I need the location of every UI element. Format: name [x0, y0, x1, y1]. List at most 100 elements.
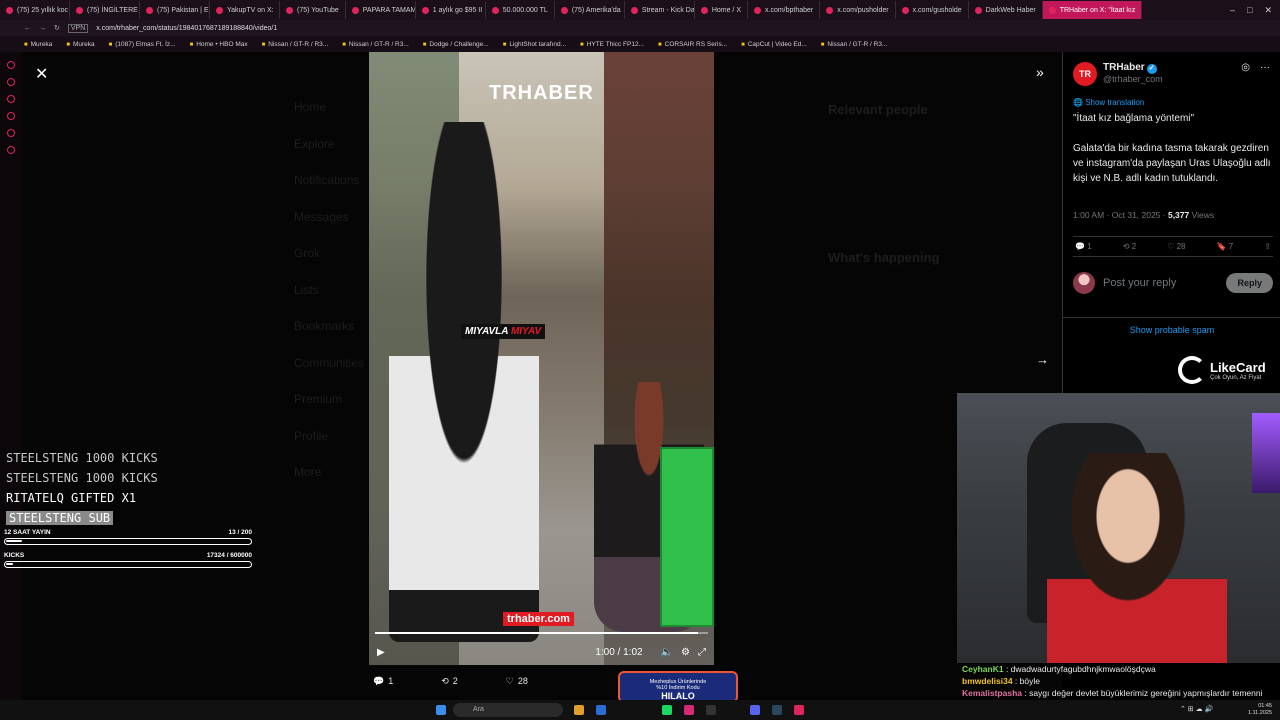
browser-tab[interactable]: x.com/pusholder — [820, 1, 896, 19]
steam-icon[interactable] — [772, 705, 782, 715]
fullscreen-icon[interactable]: ⤢ — [698, 647, 706, 658]
browser-tab[interactable]: x.com/gusholde — [896, 1, 969, 19]
browser-tab[interactable]: Home / X — [695, 1, 748, 19]
nav-item[interactable]: More — [294, 465, 321, 479]
next-media-icon[interactable]: → — [1036, 352, 1049, 367]
sidebar-app-icon[interactable] — [7, 61, 15, 69]
sidebar-app-icon[interactable] — [7, 146, 15, 154]
close-icon[interactable]: ✕ — [35, 64, 48, 84]
browser-icon[interactable] — [794, 705, 804, 715]
bookmark-stat[interactable]: 🔖 7 — [1217, 242, 1234, 251]
back-icon[interactable]: ← — [24, 25, 31, 32]
repost-action[interactable]: ⟲ 2 — [441, 676, 458, 687]
bookmark-item[interactable]: Mureka — [24, 41, 53, 48]
nav-item[interactable]: Communities — [294, 356, 364, 370]
browser-tab[interactable]: (75) YouTube — [280, 1, 346, 19]
video-progress-bar[interactable] — [375, 632, 708, 634]
nav-item[interactable]: Grok — [294, 246, 320, 260]
show-translation-link[interactable]: 🌐 Show translation — [1073, 98, 1144, 107]
reply-button[interactable]: Reply — [1226, 273, 1273, 293]
chat-username[interactable]: bmwdelisi34 — [962, 676, 1013, 686]
share-icon[interactable]: ⇪ — [1264, 242, 1271, 251]
sidebar-app-icon[interactable] — [7, 95, 15, 103]
repost-stat[interactable]: ⟲ 2 — [1123, 242, 1136, 251]
browser-tab[interactable]: Stream - Kick Da — [625, 1, 695, 19]
avatar[interactable]: TR — [1073, 62, 1097, 86]
bookmark-item[interactable]: HYTE Thicc FP12... — [580, 41, 644, 48]
sidebar-app-icon[interactable] — [7, 112, 15, 120]
bookmark-item[interactable]: CapCut | Video Ed... — [741, 41, 807, 48]
browser-tab[interactable]: (75) İNGİLTERE — [70, 1, 140, 19]
grok-icon[interactable]: ◎ — [1241, 62, 1250, 73]
chat-username[interactable]: CeyhanK1 — [962, 664, 1004, 674]
forward-icon[interactable]: → — [39, 25, 46, 32]
tweet-timestamp[interactable]: 1:00 AM · Oct 31, 2025 · — [1073, 210, 1168, 220]
volume-icon[interactable]: 🔈 — [661, 647, 673, 658]
author-handle[interactable]: @trhaber_com — [1103, 74, 1163, 84]
more-icon[interactable]: ··· — [1260, 62, 1270, 73]
vpn-badge[interactable]: VPN — [67, 23, 89, 33]
nav-item[interactable]: Lists — [294, 283, 319, 297]
show-probable-spam[interactable]: Show probable spam — [1063, 317, 1280, 335]
sidebar-app-icon[interactable] — [7, 78, 15, 86]
start-icon[interactable] — [436, 705, 446, 715]
reload-icon[interactable]: ↻ — [54, 24, 60, 32]
tiktok-icon[interactable] — [706, 705, 716, 715]
instagram-icon[interactable] — [684, 705, 694, 715]
play-icon[interactable]: ▶ — [377, 647, 385, 658]
reply-action[interactable]: 💬 1 — [373, 676, 393, 687]
goal-bar — [4, 561, 252, 568]
taskbar-clock[interactable]: 01:45 1.11.2025 — [1248, 703, 1272, 717]
browser-tab[interactable]: PAPARA TAMAM — [346, 1, 416, 19]
nav-item[interactable]: Bookmarks — [294, 319, 354, 333]
nav-item[interactable]: Premium — [294, 392, 342, 406]
browser-tab[interactable]: TRHaber on X: "İtaat kız — [1042, 1, 1143, 19]
bookmark-item[interactable]: Nissan / GT-R / R3... — [262, 41, 328, 48]
bookmark-item[interactable]: Nissan / GT-R / R3... — [821, 41, 887, 48]
goal-value: 13 / 200 — [228, 529, 253, 536]
browser-tab[interactable]: 50.000.000 TL — [486, 1, 555, 19]
bookmark-item[interactable]: LightShot tarafınd... — [503, 41, 566, 48]
bookmark-item[interactable]: Mureka — [66, 41, 95, 48]
edge-icon[interactable] — [596, 705, 606, 715]
browser-tab[interactable]: (75) Amerika'da — [555, 1, 625, 19]
video-player[interactable]: TRHABER MIYAVLA MIYAV trhaber.com ▶ 1:00… — [369, 52, 714, 665]
file-explorer-icon[interactable] — [574, 705, 584, 715]
settings-icon[interactable]: ⚙ — [681, 647, 690, 658]
bookmark-item[interactable]: Nissan / GT-R / R3... — [342, 41, 409, 48]
reply-input[interactable]: Post your reply — [1103, 277, 1176, 289]
address-bar[interactable]: x.com/trhaber_com/status/198401768718918… — [96, 25, 277, 32]
nav-item[interactable]: Explore — [294, 137, 335, 151]
nav-item[interactable]: Home — [294, 100, 326, 114]
like-action[interactable]: ♡ 28 — [506, 676, 528, 687]
taskbar-search[interactable]: Ara — [453, 703, 563, 717]
browser-tab[interactable]: YakupTV on X: — [210, 1, 280, 19]
browser-tab[interactable]: (75) Pakistan | E — [140, 1, 210, 19]
collapse-panel-icon[interactable]: » — [1036, 64, 1044, 80]
browser-tab[interactable]: x.com/bpthaber — [748, 1, 821, 19]
close-window-icon[interactable]: ✕ — [1264, 5, 1272, 16]
bookmark-stat-count: 7 — [1228, 242, 1234, 251]
nav-item[interactable]: Profile — [294, 429, 328, 443]
bookmark-item[interactable]: Home • HBO Max — [190, 41, 247, 48]
tweet-author[interactable]: TR TRHaber ✓ @trhaber_com — [1073, 62, 1163, 86]
minimize-icon[interactable]: – — [1230, 5, 1235, 16]
bookmark-item[interactable]: (1087) Elmas Ft. İz... — [109, 41, 175, 48]
event-feed-item: STEELSTENG 1000 KICKS — [6, 468, 158, 488]
maximize-icon[interactable]: □ — [1247, 5, 1252, 16]
browser-tab[interactable]: 1 aylık go $95 II — [416, 1, 486, 19]
browser-tab[interactable]: (75) 25 yıllık koc — [0, 1, 70, 19]
bookmark-item[interactable]: CORSAIR RS Seris... — [658, 41, 727, 48]
chat-username[interactable]: Kemalistpasha — [962, 688, 1022, 698]
nav-item[interactable]: Messages — [294, 210, 349, 224]
spotify-icon[interactable] — [662, 705, 672, 715]
bookmark-item[interactable]: Dodge / Challenge... — [423, 41, 488, 48]
system-tray[interactable]: ⌃ ⊞ ☁ 🔊 — [1180, 705, 1213, 713]
author-name[interactable]: TRHaber ✓ — [1103, 62, 1163, 74]
like-stat[interactable]: ♡ 28 — [1167, 242, 1185, 251]
reply-stat[interactable]: 💬 1 — [1075, 242, 1092, 251]
nav-item[interactable]: Notifications — [294, 173, 359, 187]
browser-tab[interactable]: DarkWeb Haber — [969, 1, 1043, 19]
sidebar-app-icon[interactable] — [7, 129, 15, 137]
discord-icon[interactable] — [750, 705, 760, 715]
